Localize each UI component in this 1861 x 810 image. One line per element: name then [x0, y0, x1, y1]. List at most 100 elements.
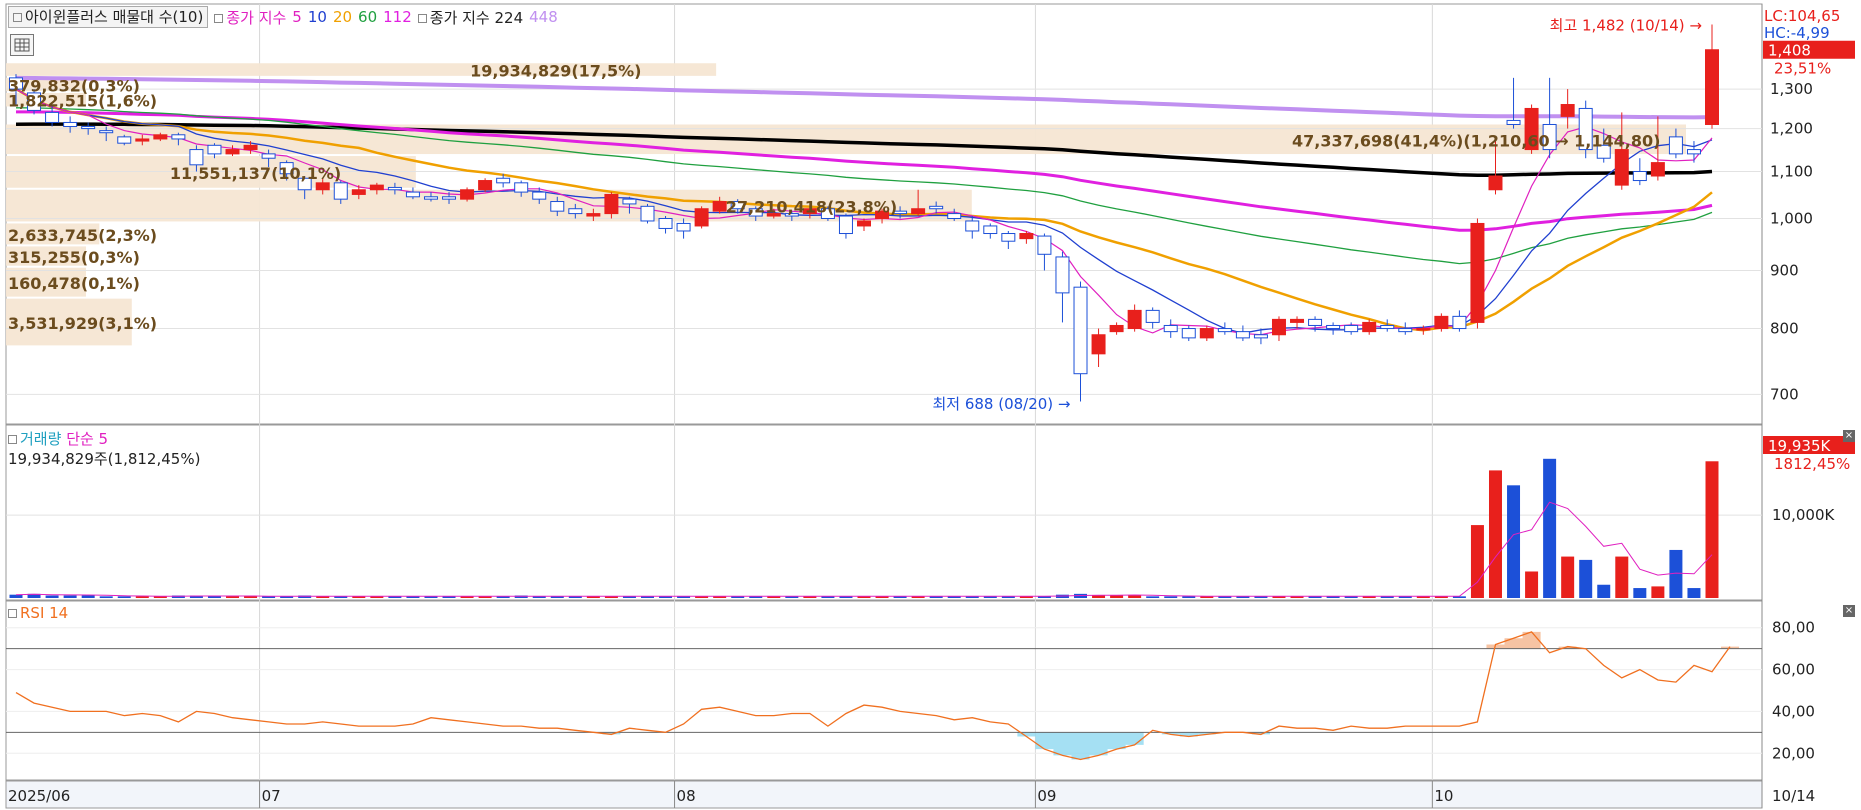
volume-profile-label: 1,822,515(1,6%)	[8, 92, 157, 111]
x-axis-label: 09	[1037, 787, 1056, 805]
volume-profile-legend[interactable]: 아이윈플러스 매물대 수(10)	[8, 6, 209, 28]
main-legend: 아이윈플러스 매물대 수(10) 종가 지수 5 10 20 60 112 종가…	[8, 4, 558, 30]
candle-body	[1686, 149, 1701, 155]
price-tick-label: 700	[1770, 385, 1799, 403]
volume-bar	[1525, 571, 1539, 598]
volume-summary: 19,934,829주(1,812,45%)	[8, 450, 201, 468]
volume-bar	[45, 595, 59, 598]
candle-body	[676, 222, 691, 232]
volume-bar	[1146, 596, 1160, 598]
candle-body	[532, 191, 547, 200]
price-tick-label: 800	[1770, 320, 1799, 338]
candle-body	[838, 215, 853, 235]
chart-canvas[interactable]: 1,300 1,200 1,100 1,000 900 800 700 19,934,829(…	[0, 0, 1861, 810]
candle-body	[514, 182, 529, 193]
rsi-tick-label: 80,00	[1772, 619, 1815, 637]
volume-bar	[1470, 525, 1484, 598]
candle-body	[1705, 49, 1719, 125]
volume-tick-label: 10,000K	[1772, 506, 1835, 524]
candle-body	[1452, 315, 1467, 330]
candle-body	[1308, 318, 1323, 326]
candle-body	[1668, 136, 1683, 155]
candle-body	[1181, 328, 1196, 339]
candle-body	[712, 201, 727, 212]
volume-bar	[1182, 596, 1196, 598]
candle-body	[1614, 149, 1629, 186]
volume-bar	[1128, 595, 1142, 598]
candle-body	[478, 180, 493, 191]
current-pct-label: 23,51%	[1774, 60, 1831, 78]
volume-bar	[1687, 588, 1701, 598]
candle-body	[1434, 315, 1449, 330]
volume-profile-label: 19,934,829(17,5%)	[470, 62, 641, 81]
volume-close-icon[interactable]: ×	[1843, 430, 1855, 442]
volume-bar	[1488, 470, 1502, 598]
candle-body	[1217, 328, 1232, 333]
volume-bar	[1543, 458, 1557, 598]
volume-profile-label: 27,210,418(23,8%)	[726, 198, 897, 217]
candle-body	[207, 144, 222, 155]
candle-body	[568, 208, 583, 215]
candle-body	[1055, 256, 1070, 294]
ma-20-label: 20	[332, 8, 353, 26]
candle-body	[622, 198, 637, 205]
candle-body	[1127, 309, 1142, 330]
volume-bar	[244, 596, 258, 598]
candle-body	[1344, 324, 1359, 333]
volume-bar	[81, 595, 95, 598]
x-axis-label: 08	[677, 787, 696, 805]
candle-body	[1271, 318, 1286, 336]
volume-bar	[1615, 556, 1629, 598]
volume-bar	[1110, 595, 1124, 598]
volume-profile-label: 2,633,745(2,3%)	[8, 226, 157, 245]
current-price-label: 1,408	[1768, 42, 1811, 60]
candle-body	[983, 225, 998, 235]
candle-body	[171, 134, 186, 140]
price-tick-label: 1,000	[1770, 209, 1813, 227]
candle-body	[99, 130, 114, 134]
candle-body	[929, 205, 944, 210]
candle-body	[117, 136, 132, 144]
ma-112-label: 112	[383, 8, 412, 26]
ma-legend[interactable]: 종가 지수	[214, 7, 286, 28]
candle-body	[658, 217, 673, 229]
volume-profile-label: 47,337,698(41,4%)(1,210,60 → 1,144,80)	[1292, 131, 1660, 150]
candle-body	[586, 213, 601, 217]
legend-square-icon	[13, 13, 22, 22]
candle-body	[965, 220, 980, 232]
candle-body	[1145, 309, 1160, 323]
long-ma-legend[interactable]: 종가 지수 224	[417, 7, 523, 28]
candle-body	[1253, 334, 1268, 339]
volume-bar	[1633, 588, 1647, 598]
grid-icon-glyph	[14, 38, 30, 52]
candle-body	[1380, 324, 1395, 330]
price-tick-label: 900	[1770, 261, 1799, 279]
volume-legend[interactable]: 거래량 단순 5	[8, 428, 108, 449]
volume-ma-label: 단순 5	[66, 430, 109, 448]
candle-body	[261, 153, 276, 159]
ma-label: 종가 지수	[226, 8, 287, 27]
candle-body	[1073, 286, 1088, 375]
volume-bar	[1597, 584, 1611, 598]
rsi-title: RSI 14	[20, 604, 69, 622]
candle-body	[1109, 324, 1124, 333]
candle-body	[442, 196, 457, 200]
rsi-close-icon[interactable]: ×	[1843, 605, 1855, 617]
candle-body	[1001, 233, 1016, 242]
table-grid-icon[interactable]	[10, 34, 34, 56]
candle-body	[1362, 321, 1377, 333]
rsi-tick-label: 20,00	[1772, 744, 1815, 762]
candle-body	[243, 144, 258, 151]
candle-body	[135, 138, 150, 142]
candle-body	[1199, 328, 1214, 339]
candle-body	[460, 189, 475, 200]
volume-profile-label: 315,255(0,3%)	[8, 248, 140, 267]
volume-profile-label: 11,551,137(10,1%)	[170, 164, 341, 183]
volume-profile-label: 3,531,929(3,1%)	[8, 314, 157, 333]
candle-body	[369, 184, 384, 191]
volume-bar	[9, 594, 23, 598]
ma-5-label: 5	[292, 8, 302, 26]
candle-body	[857, 220, 871, 227]
candle-body	[45, 111, 60, 123]
rsi-legend[interactable]: RSI 14	[8, 604, 68, 622]
